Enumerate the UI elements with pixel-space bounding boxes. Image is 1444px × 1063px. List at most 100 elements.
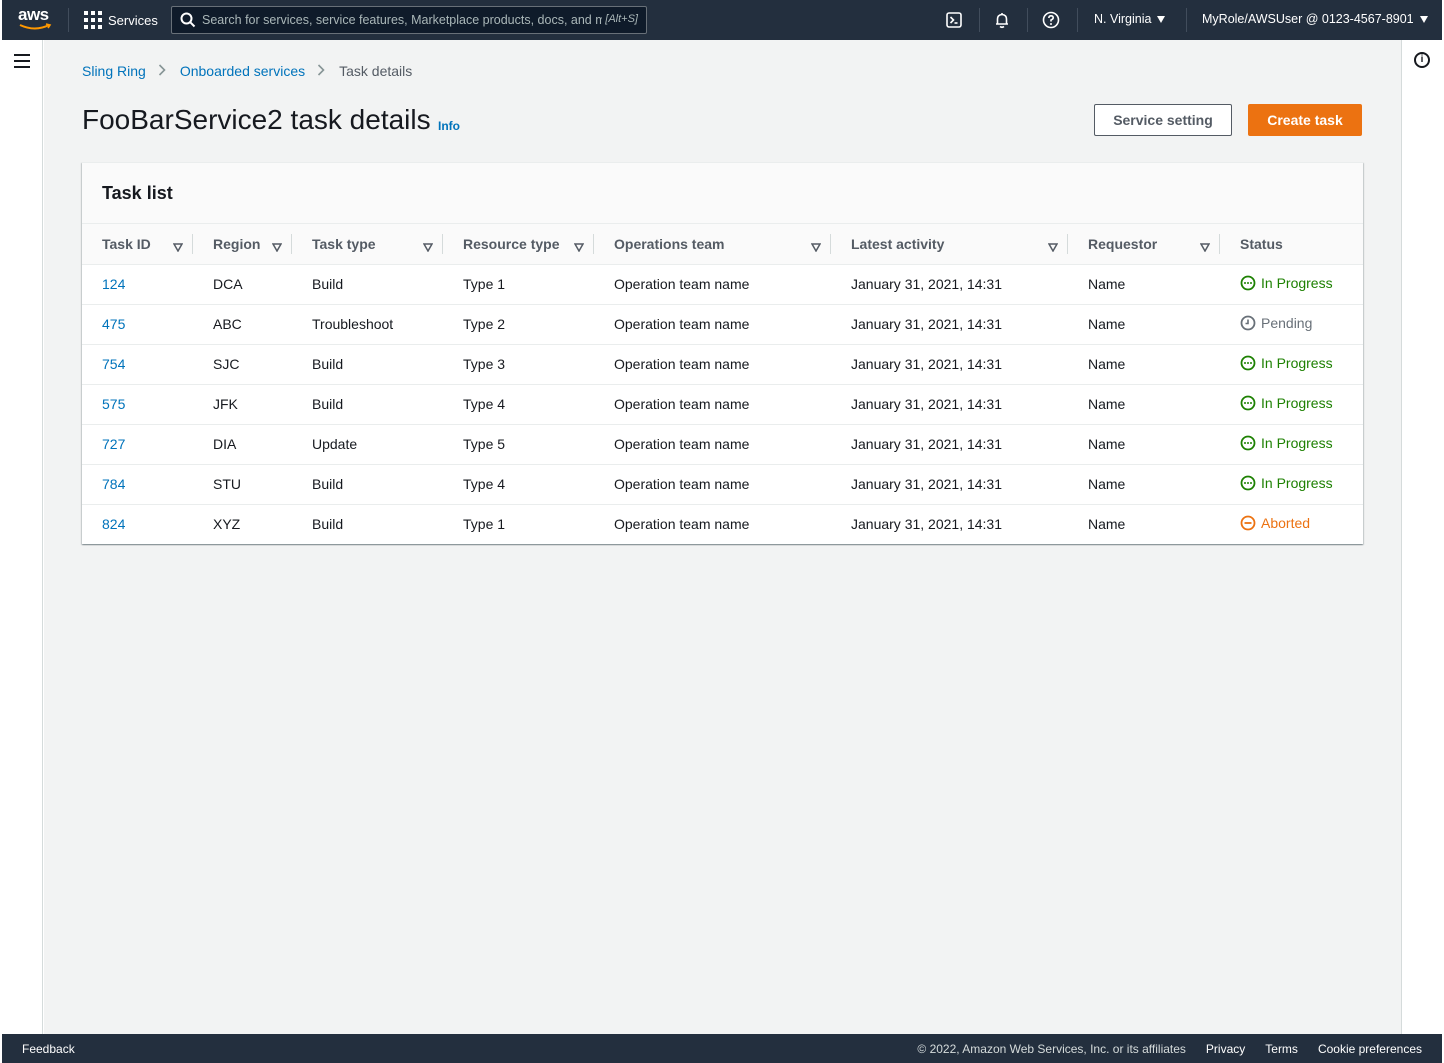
sort-icon[interactable]	[1199, 239, 1211, 255]
column-header-latest-activity[interactable]: Latest activity	[831, 224, 1068, 265]
table-row: 727 DIA Update Type 5 Operation team name Jan…	[82, 424, 1363, 465]
feedback-link[interactable]: Feedback	[22, 1042, 75, 1056]
in-progress-icon	[1240, 435, 1256, 450]
services-menu-button[interactable]: Services	[84, 10, 158, 30]
copyright-text: © 2022, Amazon Web Services, Inc. or its…	[917, 1042, 1186, 1056]
aws-logo[interactable]: aws	[18, 6, 54, 34]
navigation-drawer-rail	[2, 40, 43, 1034]
column-header-requestor[interactable]: Requestor	[1068, 224, 1220, 265]
status-cell: In Progress	[1220, 464, 1363, 505]
table-row: 124 DCA Build Type 1 Operation team name Janu…	[82, 264, 1363, 305]
operations-team-cell: Operation team name	[594, 424, 831, 465]
search-box[interactable]: [Alt+S]	[171, 6, 647, 34]
search-input[interactable]	[202, 13, 602, 27]
resource-type-cell: Type 4	[443, 464, 594, 505]
aws-smile-icon	[19, 23, 52, 30]
nav-divider	[979, 8, 980, 32]
task-type-cell: Build	[292, 344, 443, 385]
search-shortcut-hint: [Alt+S]	[605, 13, 638, 25]
region-cell: DCA	[193, 264, 292, 305]
operations-team-cell: Operation team name	[594, 264, 831, 305]
menu-icon[interactable]	[14, 54, 30, 68]
terms-link[interactable]: Terms	[1265, 1042, 1298, 1056]
main-content: Sling Ring Onboarded services Task detai…	[44, 40, 1401, 1034]
column-header-operations-team[interactable]: Operations team	[594, 224, 831, 265]
account-menu[interactable]: MyRole/AWSUser @ 0123-4567-8901	[1202, 12, 1428, 26]
requestor-cell: Name	[1068, 264, 1220, 305]
breadcrumb-link-sling-ring[interactable]: Sling Ring	[82, 63, 146, 79]
sort-icon[interactable]	[1047, 239, 1059, 255]
requestor-cell: Name	[1068, 344, 1220, 385]
latest-activity-cell: January 31, 2021, 14:31	[831, 464, 1068, 505]
caret-down-icon	[1157, 15, 1166, 23]
column-header-region[interactable]: Region	[193, 224, 292, 265]
latest-activity-cell: January 31, 2021, 14:31	[851, 516, 1003, 533]
requestor-cell: Name	[1068, 424, 1220, 465]
status-cell: Aborted	[1220, 504, 1363, 544]
status-label: In Progress	[1261, 434, 1333, 451]
info-link[interactable]: Info	[438, 119, 460, 133]
status-cell: Pending	[1220, 304, 1363, 345]
breadcrumb-link-onboarded-services[interactable]: Onboarded services	[180, 63, 305, 79]
notifications-button[interactable]	[992, 10, 1012, 30]
status-label: In Progress	[1261, 474, 1333, 491]
region-cell: XYZ	[213, 516, 241, 533]
task-id-link[interactable]: 124	[102, 276, 125, 292]
status-label: In Progress	[1261, 274, 1333, 291]
task-id-link[interactable]: 575	[102, 396, 125, 412]
search-icon	[180, 12, 196, 28]
aborted-icon	[1240, 515, 1256, 531]
status-cell: In Progress	[1220, 384, 1363, 425]
status-indicator: In Progress	[1240, 395, 1333, 411]
column-header-resource-type[interactable]: Resource type	[443, 224, 594, 265]
task-id-cell: 475	[82, 304, 193, 345]
task-id-link[interactable]: 824	[102, 516, 125, 532]
region-selector[interactable]: N. Virginia	[1094, 12, 1166, 26]
requestor-cell: Name	[1068, 464, 1220, 505]
sort-icon[interactable]	[422, 239, 434, 255]
nav-divider	[1077, 8, 1078, 32]
region-cell: DIA	[193, 424, 292, 465]
column-header-label: Region	[213, 235, 261, 252]
sort-icon[interactable]	[172, 239, 184, 255]
task-type-cell: Build	[292, 384, 443, 425]
sort-icon[interactable]	[810, 239, 822, 255]
help-button[interactable]	[1041, 10, 1061, 30]
task-type-cell: Build	[312, 516, 344, 533]
in-progress-icon	[1240, 395, 1256, 410]
operations-team-cell: Operation team name	[594, 304, 831, 345]
task-id-link[interactable]: 727	[102, 436, 125, 452]
footer-links: © 2022, Amazon Web Services, Inc. or its…	[917, 1042, 1422, 1056]
column-header-label: Task ID	[102, 235, 151, 252]
breadcrumb-current: Task details	[339, 63, 413, 79]
chevron-right-icon	[158, 63, 168, 79]
status-label: In Progress	[1261, 354, 1333, 371]
task-id-link[interactable]: 754	[102, 356, 125, 372]
service-setting-button[interactable]: Service setting	[1094, 104, 1232, 136]
services-label: Services	[108, 12, 158, 28]
sort-icon[interactable]	[271, 239, 283, 255]
region-cell: ABC	[193, 304, 292, 345]
task-id-cell: 784	[82, 464, 193, 505]
tools-panel-rail: i	[1401, 40, 1442, 1034]
info-icon[interactable]: i	[1414, 52, 1430, 68]
status-indicator: Pending	[1240, 315, 1312, 331]
create-task-button[interactable]: Create task	[1248, 104, 1362, 136]
column-header-task-type[interactable]: Task type	[292, 224, 443, 265]
resource-type-cell: Type 3	[443, 344, 594, 385]
task-id-cell: 824	[82, 504, 193, 544]
caret-down-icon	[1419, 15, 1428, 23]
page-title: FooBarService2 task details	[82, 104, 431, 135]
task-type-cell: Update	[292, 424, 443, 465]
column-header-label: Operations team	[614, 235, 725, 252]
cookie-preferences-link[interactable]: Cookie preferences	[1318, 1042, 1422, 1056]
column-header-task-id[interactable]: Task ID	[82, 224, 193, 265]
privacy-link[interactable]: Privacy	[1206, 1042, 1245, 1056]
sort-icon[interactable]	[573, 239, 585, 255]
task-id-link[interactable]: 475	[102, 316, 125, 332]
region-cell: STU	[193, 464, 292, 505]
task-id-cell: 124	[82, 264, 193, 305]
cloudshell-button[interactable]	[944, 10, 964, 30]
task-id-link[interactable]: 784	[102, 476, 125, 492]
status-indicator: In Progress	[1240, 475, 1333, 491]
